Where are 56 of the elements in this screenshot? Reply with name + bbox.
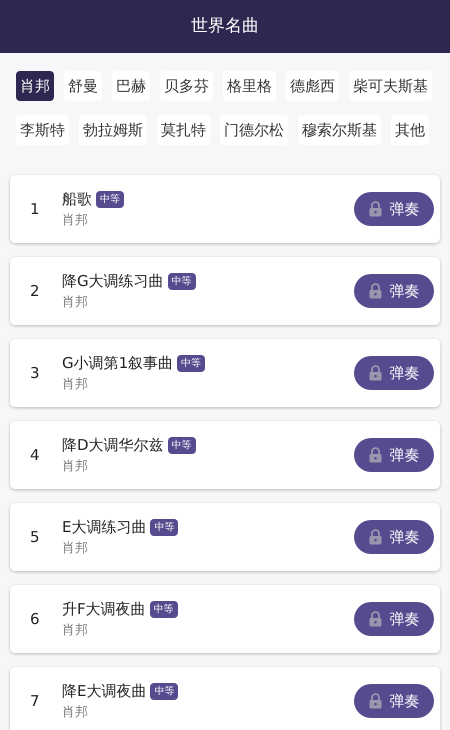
piece-number: 2 [30,280,41,302]
composer-tab[interactable]: 穆索尔斯基 [298,115,381,145]
difficulty-tag: 中等 [177,354,206,372]
composer-name: 肖邦 [62,458,89,476]
composer-tab[interactable]: 其他 [391,115,429,145]
play-button[interactable]: 弹奏 [354,356,434,390]
piece-title: 降D大调华尔兹 [62,435,164,456]
composer-name: 肖邦 [62,704,89,722]
composer-name: 肖邦 [62,622,89,640]
padlock-icon [368,611,382,627]
play-button[interactable]: 弹奏 [354,438,434,472]
piece-number: 5 [30,526,41,548]
difficulty-tag: 中等 [168,272,196,290]
piece-number: 3 [30,362,41,384]
padlock-icon [368,201,382,217]
play-button[interactable]: 弹奏 [354,192,434,226]
piece-title: 降G大调练习曲 [62,271,164,292]
piece-title: E大调练习曲 [62,517,146,538]
composer-tab[interactable]: 德彪西 [286,71,339,101]
composer-tab[interactable]: 肖邦 [16,71,54,101]
piece-number: 1 [30,198,41,220]
play-button[interactable]: 弹奏 [354,602,434,636]
difficulty-tag: 中等 [150,600,178,618]
composer-tab[interactable]: 勃拉姆斯 [79,115,147,145]
composer-tab[interactable]: 门德尔松 [220,115,288,145]
difficulty-tag: 中等 [150,682,178,700]
padlock-icon [368,283,382,299]
composer-name: 肖邦 [62,212,89,230]
piece-title: 船歌 [62,189,92,210]
piece-title: G小调第1叙事曲 [62,353,174,374]
piece-number: 6 [30,608,41,630]
padlock-icon [368,365,382,381]
composer-name: 肖邦 [62,294,89,312]
padlock-icon [368,693,382,709]
difficulty-tag: 中等 [168,436,196,454]
composer-tab[interactable]: 格里格 [223,71,276,101]
composer-tab[interactable]: 柴可夫斯基 [349,71,432,101]
padlock-icon [368,447,382,463]
piece-title: 降E大调夜曲 [62,681,146,702]
piece-title: 升F大调夜曲 [62,599,146,620]
difficulty-tag: 中等 [96,190,124,208]
play-button[interactable]: 弹奏 [354,274,434,308]
composer-tab[interactable]: 舒曼 [64,71,102,101]
composer-tab[interactable]: 贝多芬 [160,71,213,101]
piece-number: 4 [30,444,41,466]
play-button[interactable]: 弹奏 [354,520,434,554]
piece-number: 7 [30,690,41,712]
composer-tab[interactable]: 莫扎特 [157,115,210,145]
composer-tab[interactable]: 巴赫 [112,71,150,101]
composer-name: 肖邦 [62,376,89,394]
composer-name: 肖邦 [62,540,89,558]
difficulty-tag: 中等 [150,518,178,536]
composer-tab[interactable]: 李斯特 [16,115,69,145]
play-button[interactable]: 弹奏 [354,684,434,718]
page-title: 世界名曲 [191,14,259,38]
padlock-icon [368,529,382,545]
